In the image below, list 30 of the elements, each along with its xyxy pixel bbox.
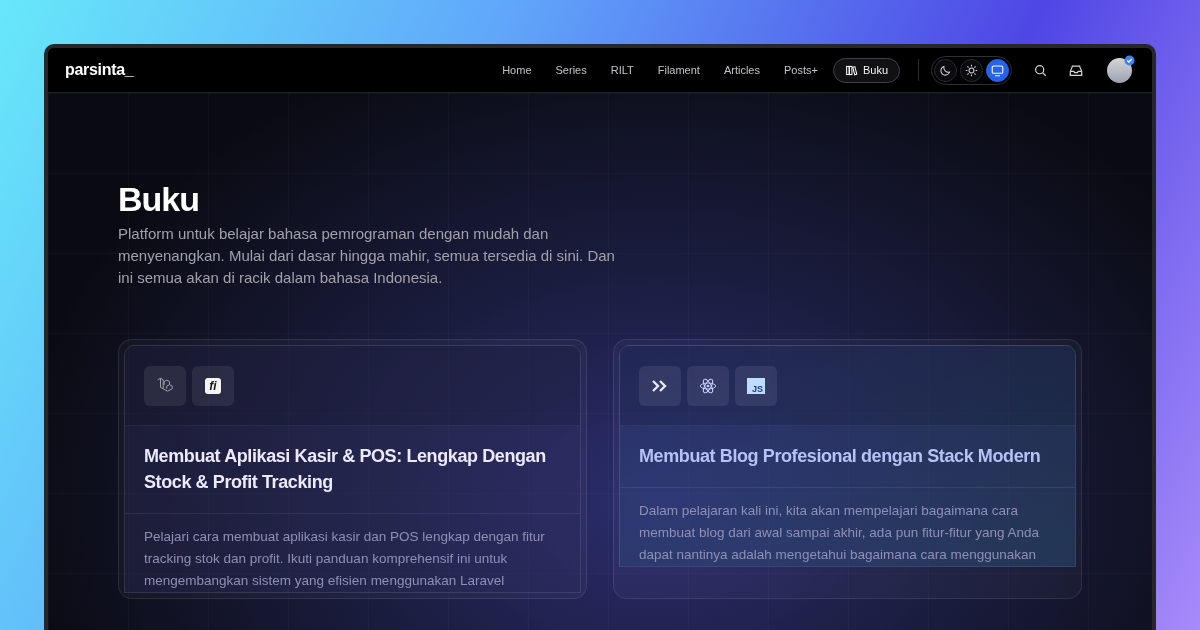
avatar[interactable] [1107, 57, 1132, 83]
atom-icon [699, 377, 717, 395]
nav-link[interactable]: Home [493, 58, 541, 82]
book-title[interactable]: Membuat Aplikasi Kasir & POS: Lengkap Dengan Stock & Profit Tracking [125, 426, 580, 514]
book-description: Dalam pelajaran kali ini, kita akan mempelajari bagaimana cara membuat blog dari awal sampai akhir, ada pun fitur-fitur yang Anda dapat nantinya adalah mengetahui bagaimana cara menggunakan [638, 502, 1040, 564]
tech-label: fi [205, 378, 221, 394]
nav-link[interactable]: Filament [648, 58, 709, 82]
monitor-icon [991, 63, 1004, 77]
nav-link[interactable]: Series [546, 58, 596, 82]
nav-link[interactable]: Buku [832, 57, 900, 83]
book-title[interactable]: Membuat Blog Profesional dengan Stack Modern [620, 426, 1075, 488]
moon-icon [939, 63, 952, 77]
sun-icon [965, 63, 978, 77]
nav-link[interactable]: Articles [714, 58, 769, 82]
page-description: Platform untuk belajar bahasa pemrograman dengan mudah dan menyenangkan. Mulai dari dasar hingga mahir, semua tersedia di sini. Dan ini semua akan di racik dalam bahasa Indonesia. [118, 224, 616, 288]
tech-label: JS [747, 378, 765, 394]
system-mode-button[interactable] [986, 58, 1009, 82]
books-icon [844, 63, 858, 77]
double-chevron-icon [652, 380, 668, 392]
brand-logo[interactable]: parsinta_ [65, 61, 134, 79]
nav-link[interactable]: RILT [601, 58, 643, 82]
light-mode-button[interactable] [960, 58, 983, 82]
inbox-icon[interactable] [1069, 63, 1083, 77]
dark-mode-button[interactable] [934, 58, 957, 82]
nav-link[interactable]: Posts+ [775, 58, 827, 82]
book-card[interactable] [118, 339, 587, 599]
search-icon[interactable] [1034, 63, 1047, 77]
book-description: Pelajari cara membuat aplikasi kasir dan POS lengkap dengan fitur tracking stok dan profit. Ikuti panduan komprehensif ini untuk mengembangkan sistem yang efisien menggunakan Laravel [143, 528, 546, 590]
book-card[interactable] [613, 339, 1082, 599]
page-title: Buku [118, 179, 200, 219]
